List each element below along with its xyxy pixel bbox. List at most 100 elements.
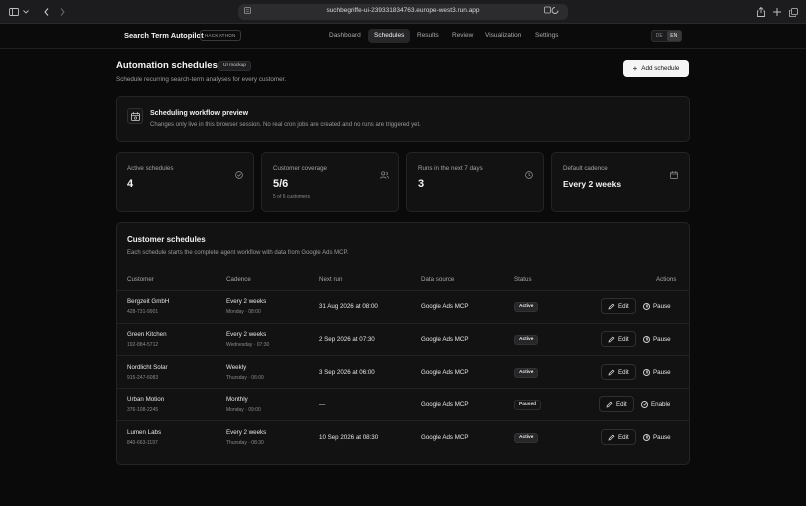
pause-icon bbox=[643, 335, 650, 343]
edit-button[interactable]: Edit bbox=[601, 364, 636, 380]
brand-name[interactable]: Search Term Autopilot bbox=[124, 31, 204, 40]
stat-value: Every 2 weeks bbox=[563, 179, 622, 189]
nav-review[interactable]: Review bbox=[446, 29, 479, 43]
pause-button[interactable]: Pause bbox=[643, 298, 671, 314]
pencil-icon bbox=[608, 303, 615, 309]
add-schedule-button[interactable]: + Add schedule bbox=[623, 60, 689, 77]
next-run: — bbox=[319, 401, 326, 408]
data-source: Google Ads MCP bbox=[421, 303, 469, 310]
language-switch: DE EN bbox=[651, 30, 682, 42]
nav-schedules[interactable]: Schedules bbox=[368, 29, 411, 43]
pencil-icon bbox=[606, 401, 613, 407]
preview-title: Scheduling workflow preview bbox=[150, 110, 249, 117]
table-divider bbox=[117, 388, 689, 389]
edit-label: Edit bbox=[618, 302, 629, 310]
add-schedule-label: Add schedule bbox=[641, 65, 680, 72]
customer-id: 376-108-2245 bbox=[127, 407, 159, 413]
forward-icon[interactable] bbox=[58, 6, 66, 18]
page-subtitle: Schedule recurring search-term analyses … bbox=[116, 76, 287, 83]
edit-button[interactable]: Edit bbox=[601, 429, 636, 445]
cadence: Monthly bbox=[226, 396, 248, 403]
col-cadence: Cadence bbox=[226, 276, 251, 283]
enable-button[interactable]: Enable bbox=[641, 396, 670, 412]
table-divider bbox=[117, 323, 689, 324]
edit-label: Edit bbox=[618, 368, 629, 376]
preview-text: Changes only live in this browser sessio… bbox=[150, 122, 421, 128]
schedules-title: Customer schedules bbox=[127, 235, 206, 244]
edit-label: Edit bbox=[618, 433, 629, 441]
pause-button[interactable]: Pause bbox=[643, 364, 671, 380]
pause-label: Pause bbox=[653, 368, 671, 376]
pause-button[interactable]: Pause bbox=[643, 331, 671, 347]
cadence: Every 2 weeks bbox=[226, 429, 267, 436]
brand-tag: HACKATHON bbox=[200, 30, 241, 41]
share-icon[interactable] bbox=[756, 6, 766, 18]
cadence: Every 2 weeks bbox=[226, 298, 267, 305]
col-next-run: Next run bbox=[319, 276, 343, 283]
next-run: 3 Sep 2026 at 06:00 bbox=[319, 369, 375, 376]
data-source: Google Ads MCP bbox=[421, 369, 469, 376]
pause-icon bbox=[643, 368, 650, 376]
customer-id: 915-247-6083 bbox=[127, 375, 159, 381]
preview-card bbox=[116, 96, 690, 142]
url-text: suchbegriffe-ui-239331834763.europe-west… bbox=[326, 7, 480, 14]
stat-value: 4 bbox=[127, 178, 134, 190]
stat-card-runs bbox=[406, 152, 544, 212]
next-run: 31 Aug 2026 at 08:00 bbox=[319, 303, 378, 310]
new-tab-icon[interactable] bbox=[772, 6, 782, 18]
nav-visualization[interactable]: Visualization bbox=[479, 29, 527, 43]
cadence-detail: Thursday · 08:30 bbox=[226, 440, 264, 446]
pencil-icon bbox=[608, 369, 615, 375]
status-badge: Active bbox=[514, 302, 539, 312]
customer-id: 192-884-5712 bbox=[127, 342, 159, 348]
page-title: Automation schedules bbox=[116, 60, 218, 71]
pause-label: Pause bbox=[653, 302, 671, 310]
translate-reload-icons[interactable] bbox=[544, 6, 560, 16]
pencil-icon bbox=[608, 336, 615, 342]
sidebar-toggle-icon[interactable] bbox=[8, 6, 20, 18]
plus-icon: + bbox=[632, 63, 638, 73]
stat-value: 5/6 bbox=[273, 178, 289, 190]
pencil-icon bbox=[608, 434, 615, 440]
customer-name: Nordlicht Solar bbox=[127, 364, 168, 371]
stat-label: Default cadence bbox=[563, 165, 608, 172]
browser-toolbar: suchbegriffe-ui-239331834763.europe-west… bbox=[0, 0, 806, 24]
clock-icon bbox=[525, 166, 533, 179]
status-badge: Active bbox=[514, 335, 539, 345]
address-bar[interactable]: suchbegriffe-ui-239331834763.europe-west… bbox=[238, 4, 568, 20]
check-circle-icon bbox=[235, 166, 243, 179]
customer-name: Lumen Labs bbox=[127, 429, 162, 436]
col-status: Status bbox=[514, 276, 532, 283]
table-divider bbox=[117, 290, 689, 291]
tab-overview-icon[interactable] bbox=[788, 6, 798, 18]
next-run: 2 Sep 2026 at 07:30 bbox=[319, 336, 375, 343]
nav-settings[interactable]: Settings bbox=[529, 29, 565, 43]
edit-button[interactable]: Edit bbox=[599, 396, 634, 412]
users-icon bbox=[380, 166, 389, 179]
mockup-tag: UI mockup bbox=[218, 61, 251, 71]
data-source: Google Ads MCP bbox=[421, 401, 469, 408]
cadence: Every 2 weeks bbox=[226, 331, 267, 338]
back-icon[interactable] bbox=[42, 6, 50, 18]
next-run: 10 Sep 2026 at 08:30 bbox=[319, 434, 379, 441]
customer-name: Bergzeit GmbH bbox=[127, 298, 170, 305]
stat-label: Active schedules bbox=[127, 165, 174, 172]
edit-label: Edit bbox=[618, 335, 629, 343]
lang-de[interactable]: DE bbox=[652, 31, 667, 41]
nav-results[interactable]: Results bbox=[411, 29, 445, 43]
status-badge: Paused bbox=[514, 400, 542, 410]
pause-icon bbox=[643, 433, 650, 441]
calendar-icon bbox=[670, 166, 678, 179]
pause-label: Pause bbox=[653, 433, 671, 441]
cadence-detail: Monday · 08:00 bbox=[226, 309, 261, 315]
edit-button[interactable]: Edit bbox=[601, 298, 636, 314]
edit-button[interactable]: Edit bbox=[601, 331, 636, 347]
pause-button[interactable]: Pause bbox=[643, 429, 671, 445]
table-divider bbox=[117, 420, 689, 421]
cadence-detail: Monday · 09:00 bbox=[226, 407, 261, 413]
lang-en[interactable]: EN bbox=[666, 31, 681, 41]
pause-label: Pause bbox=[653, 335, 671, 343]
nav-dashboard[interactable]: Dashboard bbox=[323, 29, 367, 43]
chevron-down-icon[interactable] bbox=[22, 6, 30, 18]
stat-value: 3 bbox=[418, 178, 425, 190]
